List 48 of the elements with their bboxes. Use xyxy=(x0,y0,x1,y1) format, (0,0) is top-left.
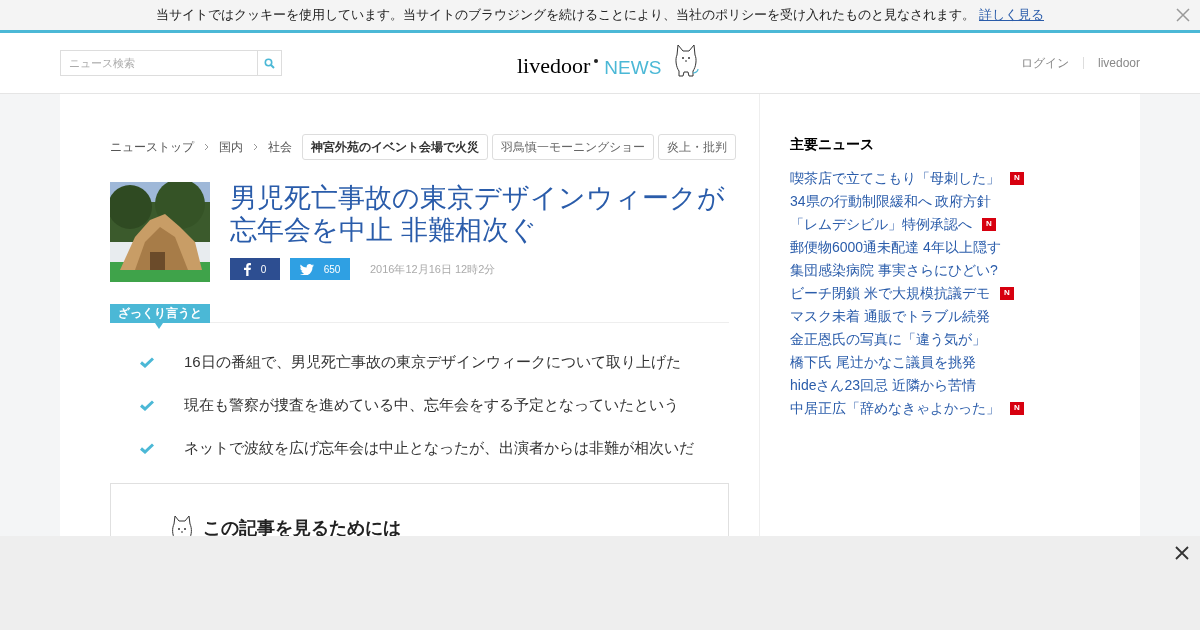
search-button[interactable] xyxy=(258,50,282,76)
registered-mark-icon xyxy=(594,59,599,63)
news-link[interactable]: ビーチ閉鎖 米で大規模抗議デモ xyxy=(790,282,990,304)
search-field[interactable]: ニュース検索 xyxy=(60,50,258,76)
news-link[interactable]: 郵便物6000通未配達 4年以上隠す xyxy=(790,236,1001,258)
summary-label: ざっくり言うと xyxy=(110,303,210,323)
facebook-share-button[interactable]: 0 xyxy=(230,258,280,280)
news-link[interactable]: 34県の行動制限緩和へ 政府方針 xyxy=(790,190,992,212)
check-icon xyxy=(140,442,154,454)
new-badge: N xyxy=(999,286,1014,300)
article-title: 男児死亡事故の東京デザインウィークが忘年会を中止 非難相次ぐ xyxy=(230,182,726,246)
news-link[interactable]: 橋下氏 尾辻かなこ議員を挑発 xyxy=(790,351,976,373)
details-link[interactable]: 詳しく見る xyxy=(979,5,1044,25)
publish-date: 2016年12月16日 12時2分 xyxy=(370,261,496,277)
news-link[interactable]: 金正恩氏の写真に「違う気が」 xyxy=(790,328,986,350)
news-link[interactable]: 「レムデシビル」特例承認へ xyxy=(790,213,972,235)
news-link[interactable]: 集団感染病院 事実さらにひどい? xyxy=(790,259,998,281)
breadcrumb-link[interactable]: 国内 xyxy=(219,138,243,156)
chevron-icon xyxy=(253,143,258,151)
new-badge: N xyxy=(1010,171,1024,185)
dog-mascot-icon xyxy=(673,43,700,77)
header-link[interactable]: livedoor xyxy=(1097,54,1140,72)
cookie-message: 当サイトではクッキーを使用しています。当サイトのブラウジングを続けることにより、当社のポリシーを受け入れたものと見なされます。 xyxy=(156,6,975,25)
logo-brand[interactable]: livedoor xyxy=(517,55,591,77)
summary-point: 現在も警察が捜査を進めている中、忘年会をする予定となっていたという xyxy=(184,394,679,415)
topic-tag[interactable]: 神宮外苑のイベント会場で火災 xyxy=(302,134,488,160)
sidebar-title: 主要ニュース xyxy=(790,135,875,154)
news-link[interactable]: マスク未着 通販でトラブル続発 xyxy=(790,305,990,327)
topic-tag[interactable]: 炎上・批判 xyxy=(658,134,736,160)
chevron-icon xyxy=(204,143,209,151)
breadcrumb-link[interactable]: 社会 xyxy=(268,138,292,156)
breadcrumb-link[interactable]: ニューストップ xyxy=(110,138,194,156)
topic-tag[interactable]: 羽鳥慎一モーニングショー xyxy=(492,134,654,160)
news-link[interactable]: hideさん23回忌 近隣から苦情 xyxy=(790,374,976,396)
news-link[interactable]: 中居正広「辞めなきゃよかった」 xyxy=(790,397,1000,419)
header-link[interactable]: ログイン xyxy=(1020,54,1069,72)
new-badge: N xyxy=(982,217,996,231)
facebook-icon xyxy=(243,262,251,276)
summary-point: 16日の番組で、男児死亡事故の東京デザインウィークについて取り上げた xyxy=(184,351,681,372)
search-icon xyxy=(264,57,275,69)
summary-point: ネットで波紋を広げ忘年会は中止となったが、出演者からは非難が相次いだ xyxy=(184,437,694,458)
close-icon[interactable] xyxy=(1175,546,1189,560)
check-icon xyxy=(140,399,154,411)
check-icon xyxy=(140,356,154,368)
new-badge: N xyxy=(1010,401,1024,415)
bird-icon xyxy=(299,263,314,275)
pointer-icon xyxy=(155,322,163,329)
news-link[interactable]: 喫茶店で立てこもり「母刺した」 xyxy=(790,167,1000,189)
